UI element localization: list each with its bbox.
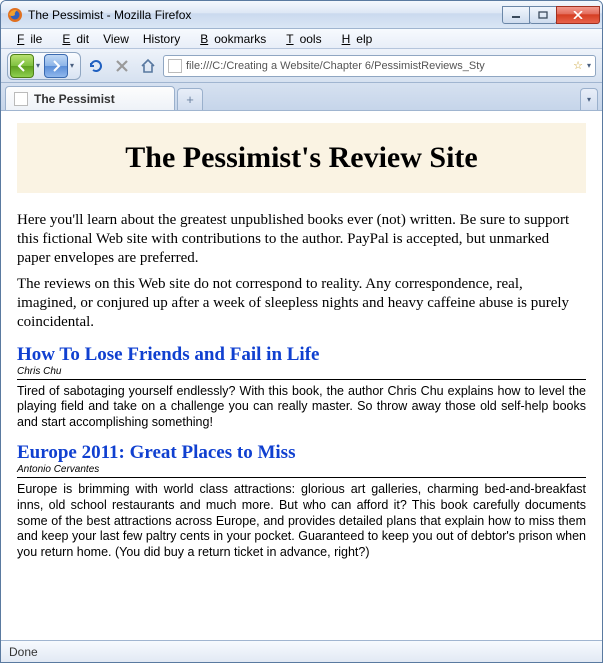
url-text: file:///C:/Creating a Website/Chapter 6/… — [186, 60, 569, 72]
back-button[interactable] — [10, 54, 34, 78]
menu-bookmarks[interactable]: Bookmarks — [188, 30, 272, 48]
forward-button[interactable] — [44, 54, 68, 78]
bookmark-star-icon[interactable]: ☆ — [573, 59, 583, 72]
review-author: Chris Chu — [17, 366, 586, 380]
review-2: Europe 2011: Great Places to Miss Antoni… — [17, 442, 586, 560]
maximize-button[interactable] — [529, 6, 557, 24]
review-author: Antonio Cervantes — [17, 464, 586, 478]
intro-section: Here you'll learn about the greatest unp… — [17, 211, 586, 332]
intro-paragraph-2: The reviews on this Web site do not corr… — [17, 275, 586, 331]
review-body: Tired of sabotaging yourself endlessly? … — [17, 384, 586, 431]
banner: The Pessimist's Review Site — [17, 123, 586, 193]
menu-file[interactable]: File — [5, 30, 48, 48]
menu-tools[interactable]: Tools — [274, 30, 327, 48]
reload-button[interactable] — [85, 55, 107, 77]
tab-page-icon — [14, 92, 28, 106]
tabstrip-menu-button[interactable]: ▾ — [580, 88, 598, 110]
review-1: How To Lose Friends and Fail in Life Chr… — [17, 344, 586, 431]
menu-history[interactable]: History — [137, 30, 186, 48]
minimize-button[interactable] — [502, 6, 530, 24]
window-title: The Pessimist - Mozilla Firefox — [28, 8, 503, 22]
review-body: Europe is brimming with world class attr… — [17, 482, 586, 560]
navigation-toolbar: ▾ ▾ file:///C:/Creating a Website/Chapte… — [1, 49, 602, 83]
page-viewport: The Pessimist's Review Site Here you'll … — [1, 111, 602, 640]
home-button[interactable] — [137, 55, 159, 77]
close-button[interactable] — [556, 6, 600, 24]
menu-view[interactable]: View — [97, 30, 135, 48]
status-text: Done — [9, 645, 38, 659]
statusbar: Done — [1, 640, 602, 662]
url-dropdown-icon[interactable]: ▾ — [587, 61, 591, 70]
tabstrip: The Pessimist + ▾ — [1, 83, 602, 111]
forward-history-dropdown[interactable]: ▾ — [68, 61, 78, 70]
url-bar[interactable]: file:///C:/Creating a Website/Chapter 6/… — [163, 55, 596, 77]
menu-help[interactable]: Help — [330, 30, 379, 48]
review-title: How To Lose Friends and Fail in Life — [17, 344, 586, 366]
window-titlebar: The Pessimist - Mozilla Firefox — [1, 1, 602, 29]
page-icon — [168, 59, 182, 73]
nav-cluster: ▾ ▾ — [7, 52, 81, 80]
menubar: File Edit View History Bookmarks Tools H… — [1, 29, 602, 49]
tab-label: The Pessimist — [34, 92, 115, 106]
page-title: The Pessimist's Review Site — [27, 141, 576, 175]
back-history-dropdown[interactable]: ▾ — [34, 61, 44, 70]
review-title: Europe 2011: Great Places to Miss — [17, 442, 586, 464]
tab-active[interactable]: The Pessimist — [5, 86, 175, 110]
intro-paragraph-1: Here you'll learn about the greatest unp… — [17, 211, 586, 267]
menu-edit[interactable]: Edit — [50, 30, 95, 48]
stop-button[interactable] — [111, 55, 133, 77]
firefox-icon — [7, 7, 23, 23]
new-tab-button[interactable]: + — [177, 88, 203, 110]
